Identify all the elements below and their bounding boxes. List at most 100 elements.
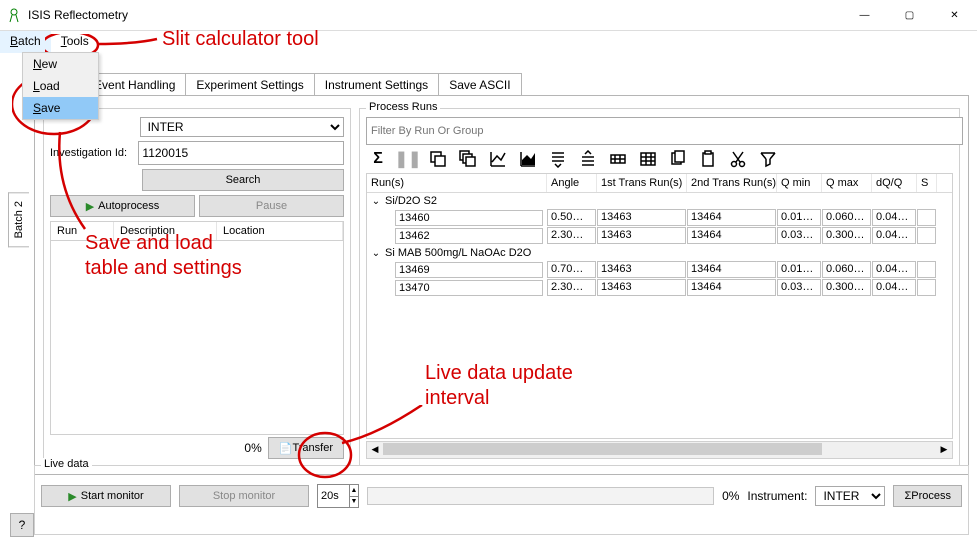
annotation-save-load-2: table and settings [85, 257, 242, 280]
table-row[interactable]: 134702.30…13463134640.03…0.300…0.04… [367, 279, 952, 297]
pause-icon[interactable]: ❚❚ [398, 149, 418, 169]
menu-batch[interactable]: Batch [0, 31, 51, 53]
cell-scale[interactable] [917, 261, 936, 278]
insert-group-icon[interactable] [638, 149, 658, 169]
cell-qmax[interactable]: 0.060… [822, 209, 871, 226]
cell-qmax[interactable]: 0.300… [822, 279, 871, 296]
cell-scale[interactable] [917, 279, 936, 296]
cell-t2[interactable]: 13464 [687, 261, 776, 278]
cell-qmax[interactable]: 0.060… [822, 261, 871, 278]
table-row[interactable]: 134622.30…13463134640.03…0.300…0.04… [367, 227, 952, 245]
search-button[interactable]: Search [142, 169, 344, 191]
minimize-button[interactable]: — [842, 0, 887, 30]
cell-angle[interactable]: 2.30… [547, 227, 596, 244]
collapse-icon[interactable] [578, 149, 598, 169]
cell-t1[interactable]: 13463 [597, 279, 686, 296]
col-location[interactable]: Location [217, 222, 343, 240]
close-button[interactable]: ✕ [932, 0, 977, 30]
filter-input[interactable] [366, 117, 963, 145]
maximize-button[interactable]: ▢ [887, 0, 932, 30]
dropdown-save[interactable]: Save [23, 97, 98, 119]
cell-t1[interactable]: 13463 [597, 209, 686, 226]
cell-t2[interactable]: 13464 [687, 227, 776, 244]
run-table-hscroll[interactable]: ◀ ▶ [366, 441, 953, 459]
group-name: Si/D2O S2 [385, 195, 437, 207]
paste-icon[interactable] [698, 149, 718, 169]
table-group[interactable]: ⌄Si MAB 500mg/L NaOAc D2O [367, 245, 952, 261]
insert-row-icon[interactable] [608, 149, 628, 169]
copy-run-icon[interactable] [428, 149, 448, 169]
tab-experiment-settings[interactable]: Experiment Settings [185, 73, 314, 96]
expand-toggle-icon[interactable]: ⌄ [371, 248, 381, 259]
cell-qmin[interactable]: 0.01… [777, 261, 821, 278]
transfer-percent: 0% [244, 441, 261, 455]
expand-toggle-icon[interactable]: ⌄ [371, 196, 381, 207]
process-button[interactable]: Σ Process [893, 485, 962, 507]
scroll-left-icon[interactable]: ◀ [367, 442, 383, 456]
cell-dq[interactable]: 0.04… [872, 279, 916, 296]
table-group[interactable]: ⌄ Si/D2O S2 [367, 193, 952, 209]
menu-tools[interactable]: Tools [51, 31, 99, 53]
update-interval-input[interactable] [318, 489, 349, 503]
hdr-runs[interactable]: Run(s) [367, 174, 547, 192]
process-runs-label: Process Runs [366, 101, 440, 113]
batch-side-tab[interactable]: Batch 2 [8, 192, 29, 247]
hdr-qmin[interactable]: Q min [777, 174, 822, 192]
cell-scale[interactable] [917, 227, 936, 244]
expand-icon[interactable] [548, 149, 568, 169]
process-toolbar: Σ ❚❚ [366, 145, 953, 173]
scroll-right-icon[interactable]: ▶ [936, 442, 952, 456]
app-icon [6, 7, 22, 23]
copy-group-icon[interactable] [458, 149, 478, 169]
investigation-id-input[interactable] [138, 141, 344, 165]
hdr-t1[interactable]: 1st Trans Run(s) [597, 174, 687, 192]
annotation-save-load-1: Save and load [85, 232, 213, 255]
help-button[interactable]: ? [10, 513, 34, 537]
cell-t2[interactable]: 13464 [687, 209, 776, 226]
hdr-qmax[interactable]: Q max [822, 174, 872, 192]
process-instrument-select[interactable]: INTER [815, 486, 885, 506]
cell-qmin[interactable]: 0.03… [777, 279, 821, 296]
cell-qmin[interactable]: 0.03… [777, 227, 821, 244]
update-interval-spinner[interactable]: ▲▼ [317, 484, 359, 508]
filter-icon[interactable] [758, 149, 778, 169]
copy-icon[interactable] [668, 149, 688, 169]
spinner-up-icon[interactable]: ▲ [350, 485, 358, 497]
autoprocess-button[interactable]: ▶Autoprocess [50, 195, 195, 217]
hdr-angle[interactable]: Angle [547, 174, 597, 192]
cell-angle[interactable]: 0.50… [547, 209, 596, 226]
hdr-t2[interactable]: 2nd Trans Run(s) [687, 174, 777, 192]
cell-qmax[interactable]: 0.300… [822, 227, 871, 244]
dropdown-load[interactable]: Load [23, 75, 98, 97]
annotation-interval-2: interval [425, 387, 489, 410]
annotation-interval-1: Live data update [425, 362, 573, 385]
cell-t1[interactable]: 13463 [597, 261, 686, 278]
spinner-down-icon[interactable]: ▼ [350, 497, 358, 508]
tab-save-ascii[interactable]: Save ASCII [438, 73, 521, 96]
table-row[interactable]: 134690.70…13463134640.01…0.060…0.04… [367, 261, 952, 279]
cut-icon[interactable] [728, 149, 748, 169]
hdr-dq[interactable]: dQ/Q [872, 174, 917, 192]
cell-dq[interactable]: 0.04… [872, 227, 916, 244]
pause-button[interactable]: Pause [199, 195, 344, 217]
instrument-select[interactable]: INTER [140, 117, 344, 137]
cell-t1[interactable]: 13463 [597, 227, 686, 244]
stop-monitor-button[interactable]: Stop monitor [179, 485, 309, 507]
sigma-icon[interactable]: Σ [368, 149, 388, 169]
plot-icon[interactable] [488, 149, 508, 169]
cell-qmin[interactable]: 0.01… [777, 209, 821, 226]
plot-fill-icon[interactable] [518, 149, 538, 169]
menu-bar: Batch Tools [0, 31, 977, 53]
table-row[interactable]: 134600.50…13463134640.01…0.060…0.04… [367, 209, 952, 227]
cell-scale[interactable] [917, 209, 936, 226]
cell-dq[interactable]: 0.04… [872, 209, 916, 226]
cell-t2[interactable]: 13464 [687, 279, 776, 296]
tab-instrument-settings[interactable]: Instrument Settings [314, 73, 439, 96]
hdr-scale[interactable]: S [917, 174, 937, 192]
start-monitor-button[interactable]: ▶Start monitor [41, 485, 171, 507]
transfer-button[interactable]: 📄 Transfer [268, 437, 344, 459]
cell-angle[interactable]: 0.70… [547, 261, 596, 278]
dropdown-new[interactable]: New [23, 53, 98, 75]
cell-angle[interactable]: 2.30… [547, 279, 596, 296]
cell-dq[interactable]: 0.04… [872, 261, 916, 278]
